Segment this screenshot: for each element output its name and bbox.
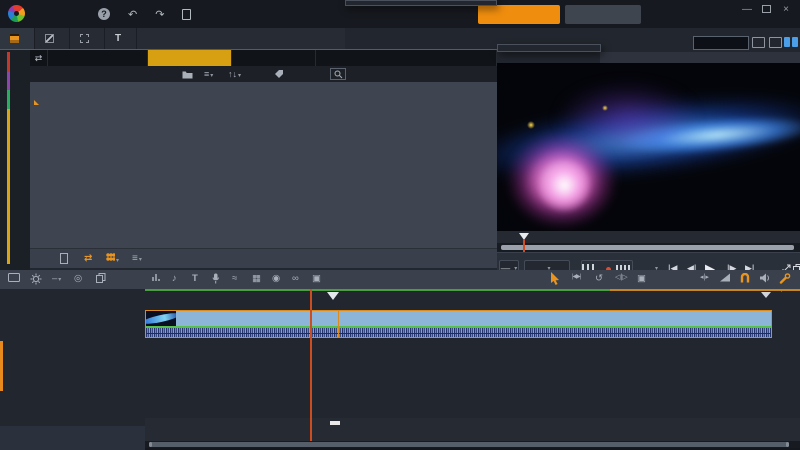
copy-icon[interactable] [96, 273, 106, 283]
clip-cut-line [338, 311, 339, 337]
preview-playhead-icon[interactable] [519, 233, 529, 240]
wave-icon[interactable]: ≈ [232, 273, 237, 284]
context-menu [345, 0, 497, 6]
list-icon[interactable]: ≡▾ [132, 253, 142, 264]
timecode-input[interactable] [693, 36, 749, 50]
library-icon [10, 34, 19, 43]
trim-tool-icon[interactable]: |◀▶| [572, 273, 580, 280]
audio-level-meter [0, 426, 145, 450]
minimize-button[interactable]: — [740, 3, 754, 15]
end-marker-icon [761, 292, 771, 298]
track-size-dropdown[interactable]: –▾ [52, 273, 61, 284]
link-icon[interactable]: ∞ [292, 273, 299, 284]
sort-icon[interactable]: ↑↓▾ [228, 69, 241, 79]
split-tool-icon[interactable]: ◁|▷ [615, 273, 628, 281]
screen-icon[interactable] [8, 273, 20, 282]
scrollbar-thumb[interactable] [149, 442, 789, 447]
library-toolbar: ≡▾ ↑↓▾ [30, 66, 497, 82]
timeline-playhead-handle[interactable] [327, 292, 339, 300]
bin-nav-icon[interactable]: ⇄ [30, 50, 48, 66]
tab-transitions[interactable] [232, 50, 316, 66]
clip-thumbnail [146, 311, 176, 326]
capture-frame-icon[interactable] [752, 37, 765, 48]
copy-view-icon[interactable] [769, 37, 782, 48]
timeline-clip[interactable] [145, 310, 772, 338]
plasma-spark [602, 105, 608, 111]
smartmovie-bar: ⇄ ▾ ≡▾ [30, 248, 497, 268]
music-note-icon[interactable]: ♪ [172, 273, 177, 284]
search-icon[interactable] [330, 68, 346, 80]
rotate-icon[interactable]: ↺ [595, 273, 603, 284]
tab-library[interactable] [0, 28, 35, 49]
timeline-toolbar: –▾ ◎ ♪ T ≈ ▦ ◉ ∞ ▣ |◀▶| ↺ ◁|▷ ▣ ◂|▸ ▾ [0, 270, 800, 289]
record-icon[interactable]: ◎ [74, 273, 82, 284]
collapse-triangle-icon[interactable] [34, 100, 39, 105]
main-tab-bar: T [0, 28, 345, 49]
preview-playhead-stem [523, 240, 525, 252]
photo-icon[interactable]: ▣ [312, 273, 321, 284]
audio-scrub-icon[interactable] [760, 273, 771, 283]
plasma-purple-haze [557, 83, 697, 153]
clip-video-band [146, 311, 771, 326]
wrench-icon[interactable]: ▾ [779, 273, 791, 295]
folder-icon[interactable] [182, 70, 193, 79]
clipboard-icon[interactable] [60, 253, 68, 264]
timeline-ruler[interactable] [145, 418, 800, 441]
montage-grid-icon[interactable]: ▦ [252, 273, 261, 284]
ruler-playhead-mark [330, 421, 340, 425]
effects-browser [30, 82, 497, 248]
shuffle-icon[interactable]: ⇄ [84, 253, 92, 264]
close-button[interactable]: × [779, 3, 793, 15]
tab-project-bin[interactable] [48, 50, 148, 66]
dual-view-toggle-icon[interactable] [784, 37, 798, 47]
select-tool-icon[interactable] [550, 272, 561, 285]
library-tab-bar: ⇄ [30, 50, 497, 66]
tab-mask[interactable] [70, 28, 105, 49]
thumbnail-view-icon[interactable]: ▾ [106, 253, 119, 265]
selected-track-marker [0, 341, 3, 391]
speed-ramp-icon[interactable] [720, 273, 731, 282]
voiceover-mic-icon[interactable] [212, 273, 220, 284]
audio-mixer-icon[interactable] [152, 273, 161, 282]
list-view-icon[interactable]: ≡▾ [204, 69, 213, 79]
tab-effects[interactable] [148, 50, 232, 66]
library-nav-sidebar [0, 50, 30, 270]
pencil-icon [45, 34, 54, 43]
tag-icon[interactable] [274, 69, 284, 79]
app-window: ? ↶ ↷ — × T [0, 0, 800, 450]
help-icon[interactable]: ? [98, 8, 110, 20]
plasma-white-core [537, 158, 592, 213]
magnet-icon[interactable] [740, 273, 750, 283]
gear-icon[interactable] [30, 273, 42, 285]
tab-title[interactable]: T [105, 28, 137, 49]
nudge-icon[interactable]: ◂|▸ [700, 273, 709, 281]
preview-monitor[interactable] [497, 63, 800, 231]
tab-editor[interactable] [35, 28, 70, 49]
new-document-icon[interactable] [182, 9, 191, 20]
title-T-icon: T [115, 33, 121, 44]
title-tool-icon[interactable]: T [192, 273, 198, 284]
export-button[interactable] [565, 5, 641, 24]
tab-sound-effects[interactable] [316, 50, 497, 66]
clip-audio-waveform [146, 328, 771, 337]
palette-icon[interactable]: ◉ [272, 273, 280, 284]
restore-button[interactable] [759, 3, 773, 15]
primary-action-button[interactable] [478, 5, 560, 24]
preview-scrollbar[interactable] [497, 243, 800, 252]
timeline-playhead-line[interactable] [310, 289, 312, 441]
context-submenu [497, 44, 601, 52]
redo-icon[interactable]: ↷ [155, 8, 164, 21]
plasma-spark [527, 121, 535, 129]
render-indicator-strip [145, 289, 800, 291]
undo-icon[interactable]: ↶ [128, 8, 137, 21]
category-color-strip [7, 52, 10, 264]
snapshot-icon[interactable]: ▣ [637, 273, 646, 284]
mask-icon [80, 34, 89, 43]
preview-ruler[interactable] [497, 231, 800, 243]
app-logo-icon [8, 5, 25, 22]
